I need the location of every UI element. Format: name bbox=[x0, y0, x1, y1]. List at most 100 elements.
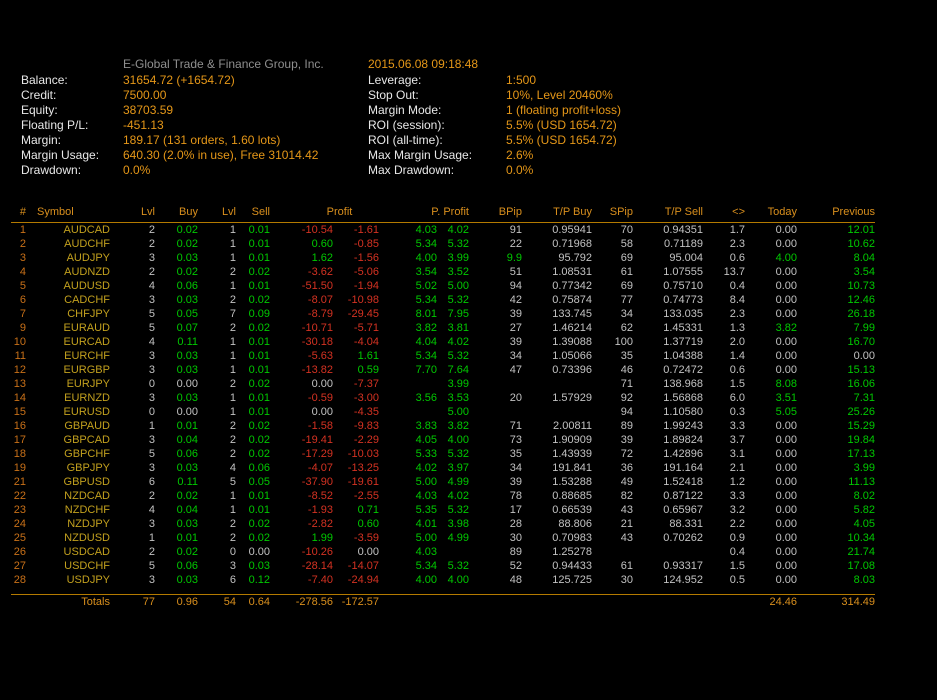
account-stat-row: Max Drawdown:0.0% bbox=[368, 163, 621, 178]
buy-lots-cell: 0.04 bbox=[155, 433, 198, 447]
pprofit-sell-cell: 4.02 bbox=[437, 335, 469, 349]
lvl-buy-cell: 3 bbox=[110, 391, 155, 405]
col-header-sell: Sell bbox=[236, 204, 270, 223]
pprofit-sell-cell bbox=[437, 545, 469, 559]
spread-cell: 1.5 bbox=[703, 559, 745, 573]
lvl-sell-cell: 2 bbox=[198, 377, 236, 391]
spip-cell: 46 bbox=[592, 363, 633, 377]
sell-lots-cell: 0.00 bbox=[236, 545, 270, 559]
totals-lvl-sell: 54 bbox=[198, 595, 236, 610]
pprofit-sell-cell: 7.95 bbox=[437, 307, 469, 321]
sell-lots-cell: 0.02 bbox=[236, 447, 270, 461]
pprofit-sell-cell: 5.32 bbox=[437, 503, 469, 517]
table-row: 4 AUDNZD 2 0.02 2 0.02 -3.62 -5.06 3.54 … bbox=[11, 265, 875, 279]
symbol-cell: AUDJPY bbox=[26, 251, 110, 265]
stat-value: 1:500 bbox=[506, 73, 536, 88]
previous-cell: 11.13 bbox=[797, 475, 875, 489]
symbol-cell: CADCHF bbox=[26, 293, 110, 307]
bpip-cell: 39 bbox=[469, 475, 522, 489]
pprofit-sell-cell: 3.99 bbox=[437, 377, 469, 391]
totals-spacer bbox=[11, 595, 26, 610]
stat-label: ROI (all-time): bbox=[368, 133, 506, 148]
spread-cell: 2.2 bbox=[703, 517, 745, 531]
tp-buy-cell: 191.841 bbox=[522, 461, 592, 475]
previous-cell: 15.13 bbox=[797, 363, 875, 377]
row-number: 11 bbox=[11, 349, 26, 363]
bpip-cell: 78 bbox=[469, 489, 522, 503]
profit-sell-cell: -7.37 bbox=[333, 377, 379, 391]
stat-value: 38703.59 bbox=[123, 103, 173, 118]
buy-lots-cell: 0.01 bbox=[155, 419, 198, 433]
table-row: 1 AUDCAD 2 0.02 1 0.01 -10.54 -1.61 4.03… bbox=[11, 223, 875, 238]
profit-buy-cell: 0.60 bbox=[270, 237, 333, 251]
stat-label: Leverage: bbox=[368, 73, 506, 88]
pprofit-sell-cell: 5.00 bbox=[437, 405, 469, 419]
pprofit-sell-cell: 5.32 bbox=[437, 237, 469, 251]
trading-terminal-screen: E-Global Trade & Finance Group, Inc. 2 0 1… bbox=[0, 0, 937, 700]
spip-cell: 35 bbox=[592, 349, 633, 363]
previous-cell: 3.54 bbox=[797, 265, 875, 279]
table-row: 26 USDCAD 2 0.02 0 0.00 -10.26 0.00 4.03… bbox=[11, 545, 875, 559]
account-stat-row: Balance:31654.72 (+1654.72) bbox=[21, 73, 318, 88]
symbol-cell: AUDNZD bbox=[26, 265, 110, 279]
row-number: 28 bbox=[11, 573, 26, 587]
today-cell: 0.00 bbox=[745, 517, 797, 531]
sell-lots-cell: 0.01 bbox=[236, 279, 270, 293]
sell-lots-cell: 0.06 bbox=[236, 461, 270, 475]
account-stats-left: Balance:31654.72 (+1654.72)Credit:7500.0… bbox=[21, 73, 318, 178]
symbol-cell: NZDJPY bbox=[26, 517, 110, 531]
spip-cell: 39 bbox=[592, 433, 633, 447]
previous-cell: 16.06 bbox=[797, 377, 875, 391]
col-header-bpip: BPip bbox=[469, 204, 522, 223]
spip-cell: 72 bbox=[592, 447, 633, 461]
lvl-sell-cell: 0 bbox=[198, 545, 236, 559]
broker-name: E-Global Trade & Finance Group, Inc. bbox=[123, 57, 324, 71]
bpip-cell: 30 bbox=[469, 531, 522, 545]
account-stat-row: Stop Out:10%, Level 20460% bbox=[368, 88, 621, 103]
previous-cell: 8.04 bbox=[797, 251, 875, 265]
account-stat-row: ROI (session):5.5% (USD 1654.72) bbox=[368, 118, 621, 133]
stat-label: Margin: bbox=[21, 133, 123, 148]
spread-cell: 3.2 bbox=[703, 503, 745, 517]
lvl-sell-cell: 2 bbox=[198, 419, 236, 433]
lvl-buy-cell: 6 bbox=[110, 475, 155, 489]
today-cell: 0.00 bbox=[745, 531, 797, 545]
account-stats-right: Leverage:1:500Stop Out:10%, Level 20460%… bbox=[368, 73, 621, 178]
buy-lots-cell: 0.03 bbox=[155, 293, 198, 307]
buy-lots-cell: 0.03 bbox=[155, 349, 198, 363]
stat-value: 31654.72 (+1654.72) bbox=[123, 73, 235, 88]
lvl-sell-cell: 1 bbox=[198, 335, 236, 349]
row-number: 6 bbox=[11, 293, 26, 307]
tp-sell-cell: 1.10580 bbox=[633, 405, 703, 419]
profit-buy-cell: 0.00 bbox=[270, 377, 333, 391]
profit-sell-cell: -14.07 bbox=[333, 559, 379, 573]
totals-lvl-buy: 77 bbox=[110, 595, 155, 610]
lvl-buy-cell: 3 bbox=[110, 251, 155, 265]
sell-lots-cell: 0.02 bbox=[236, 265, 270, 279]
tp-sell-cell: 0.74773 bbox=[633, 293, 703, 307]
sell-lots-cell: 0.12 bbox=[236, 573, 270, 587]
profit-sell-cell: -19.61 bbox=[333, 475, 379, 489]
tp-buy-cell: 1.53288 bbox=[522, 475, 592, 489]
table-row: 15 EURUSD 0 0.00 1 0.01 0.00 -4.35 5.00 … bbox=[11, 405, 875, 419]
lvl-buy-cell: 3 bbox=[110, 461, 155, 475]
spip-cell bbox=[592, 545, 633, 559]
previous-cell: 0.00 bbox=[797, 349, 875, 363]
profit-sell-cell: -9.83 bbox=[333, 419, 379, 433]
table-row: 21 GBPUSD 6 0.11 5 0.05 -37.90 -19.61 5.… bbox=[11, 475, 875, 489]
symbol-cell: USDCAD bbox=[26, 545, 110, 559]
tp-sell-cell: 0.65967 bbox=[633, 503, 703, 517]
tp-buy-cell: 0.75874 bbox=[522, 293, 592, 307]
lvl-buy-cell: 4 bbox=[110, 279, 155, 293]
tp-buy-cell: 0.73396 bbox=[522, 363, 592, 377]
tp-sell-cell: 1.56868 bbox=[633, 391, 703, 405]
table-row: 14 EURNZD 3 0.03 1 0.01 -0.59 -3.00 3.56… bbox=[11, 391, 875, 405]
today-cell: 0.00 bbox=[745, 489, 797, 503]
table-row: 9 EURAUD 5 0.07 2 0.02 -10.71 -5.71 3.82… bbox=[11, 321, 875, 335]
pprofit-buy-cell: 4.03 bbox=[379, 489, 437, 503]
lvl-sell-cell: 3 bbox=[198, 559, 236, 573]
table-row: 18 GBPCHF 5 0.06 2 0.02 -17.29 -10.03 5.… bbox=[11, 447, 875, 461]
buy-lots-cell: 0.03 bbox=[155, 391, 198, 405]
spip-cell: 89 bbox=[592, 419, 633, 433]
spip-cell: 82 bbox=[592, 489, 633, 503]
